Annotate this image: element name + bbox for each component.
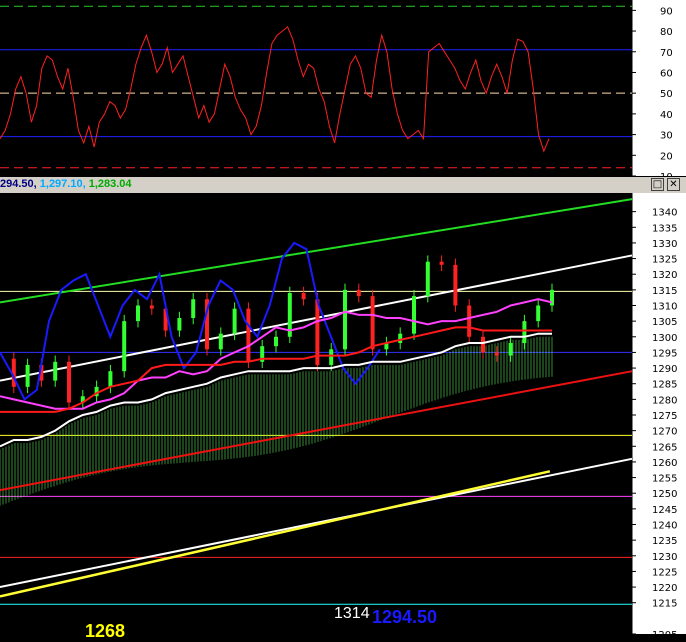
price-bar-body (412, 296, 416, 334)
price-bar-body (177, 318, 182, 331)
chart-window: 90 80 70 60 50 40 30 20 10 294.50, 1,297.10, 1,2… (0, 0, 686, 641)
price-bars (11, 255, 554, 409)
price-bar-body (232, 308, 237, 334)
price-tick-label: 1290 (652, 364, 677, 375)
price-tick-label: 1285 (652, 380, 677, 391)
rsi-tick-label: 70 (660, 48, 673, 59)
price-tick-label: 1225 (652, 567, 677, 578)
rsi-line (0, 26, 550, 153)
price-bar-body (25, 364, 30, 387)
price-tick-label: 1325 (652, 255, 677, 266)
price-tick-label: 1260 (652, 458, 677, 469)
price-bar-body (453, 264, 458, 306)
price-tick-label: 1220 (652, 583, 677, 594)
green-channel-line (0, 198, 633, 304)
price-bar-body (522, 321, 527, 344)
price-bar-body (467, 305, 472, 337)
rsi-tick-label: 60 (660, 68, 673, 79)
price-tick-label: 1280 (652, 395, 677, 406)
cloud-hatch (0, 336, 553, 506)
price-bar-body (425, 261, 430, 297)
bottom-label-blue: 1294.50 (372, 607, 438, 627)
price-panel: 1340 1335 1330 1325 1320 1315 1310 1305 1300 1295… (0, 193, 686, 634)
price-tick-label: 1330 (652, 239, 677, 250)
price-tick-label: 1250 (652, 489, 677, 500)
price-bar-body (149, 305, 154, 309)
price-bar-body (536, 305, 541, 322)
price-tick-label: 1255 (652, 474, 677, 485)
price-bar-body (481, 336, 485, 353)
header-value-2: 1,297.10, (39, 178, 86, 190)
price-bar-body (508, 343, 513, 356)
price-bar-body (343, 289, 347, 350)
rsi-tick-label: 50 (660, 89, 673, 100)
rsi-tick-label: 90 (660, 6, 673, 17)
price-bar-body (550, 289, 554, 306)
header-value-3: 1,283.04 (88, 178, 132, 190)
price-tick-label: 1335 (652, 223, 677, 234)
minimize-icon[interactable]: □ (651, 178, 664, 191)
header-value-1: 294.50, (0, 178, 37, 190)
rsi-tick-label: 80 (660, 27, 673, 38)
rsi-tick-label: 30 (660, 131, 673, 142)
price-tick-label: 1315 (652, 286, 677, 297)
price-tick-label: 1270 (652, 427, 677, 438)
rsi-tick-label: 10 (660, 172, 673, 176)
price-bar-body (218, 333, 223, 350)
chart-window-titlebar[interactable]: 294.50, 1,297.10, 1,283.04 □ ✕ (0, 177, 686, 193)
price-bar-body (108, 371, 113, 387)
header-values: 294.50, 1,297.10, 1,283.04 (0, 178, 132, 190)
white-channel-lower-line (0, 457, 633, 589)
rsi-tick-label: 20 (660, 151, 673, 162)
price-tick-label: 1265 (652, 442, 677, 453)
price-tick-label: 1340 (652, 208, 677, 219)
close-icon[interactable]: ✕ (667, 178, 680, 191)
price-bar-body (53, 361, 58, 381)
price-tick-label: 1300 (652, 333, 677, 344)
price-bar-body (370, 296, 375, 350)
price-tick-label: 1235 (652, 536, 677, 547)
price-bar-body (398, 333, 403, 344)
price-bar-body (136, 305, 140, 322)
price-bar-body (191, 299, 196, 319)
price-tick-label: 1275 (652, 411, 677, 422)
price-bar-body (122, 321, 127, 372)
price-bar-body (329, 349, 334, 365)
bottom-label-white: 1314 (334, 605, 370, 622)
price-tick-label: 1310 (652, 302, 677, 313)
rsi-tick-label: 40 (660, 110, 673, 121)
price-tick-label: 1230 (652, 552, 677, 563)
bottom-label-yellow: 1268 (85, 621, 126, 641)
price-tick-label: 1205 (652, 630, 677, 634)
price-bar-body (246, 308, 251, 362)
price-tick-label: 1320 (652, 270, 677, 281)
price-tick-label: 1245 (652, 505, 677, 516)
price-bar-body (494, 352, 499, 356)
rsi-axis-panel (632, 0, 686, 176)
price-bar-body (301, 292, 306, 300)
yellow-average-line (0, 470, 551, 598)
price-tick-label: 1305 (652, 317, 677, 328)
price-tick-label: 1215 (652, 599, 677, 610)
price-tick-label: 1295 (652, 348, 677, 359)
price-bar-body (274, 336, 278, 347)
price-tick-label: 1240 (652, 521, 677, 532)
price-bar-body (439, 261, 444, 265)
price-bar-body (67, 361, 71, 403)
price-bar-body (356, 289, 361, 297)
rsi-panel: 90 80 70 60 50 40 30 20 10 (0, 0, 686, 176)
